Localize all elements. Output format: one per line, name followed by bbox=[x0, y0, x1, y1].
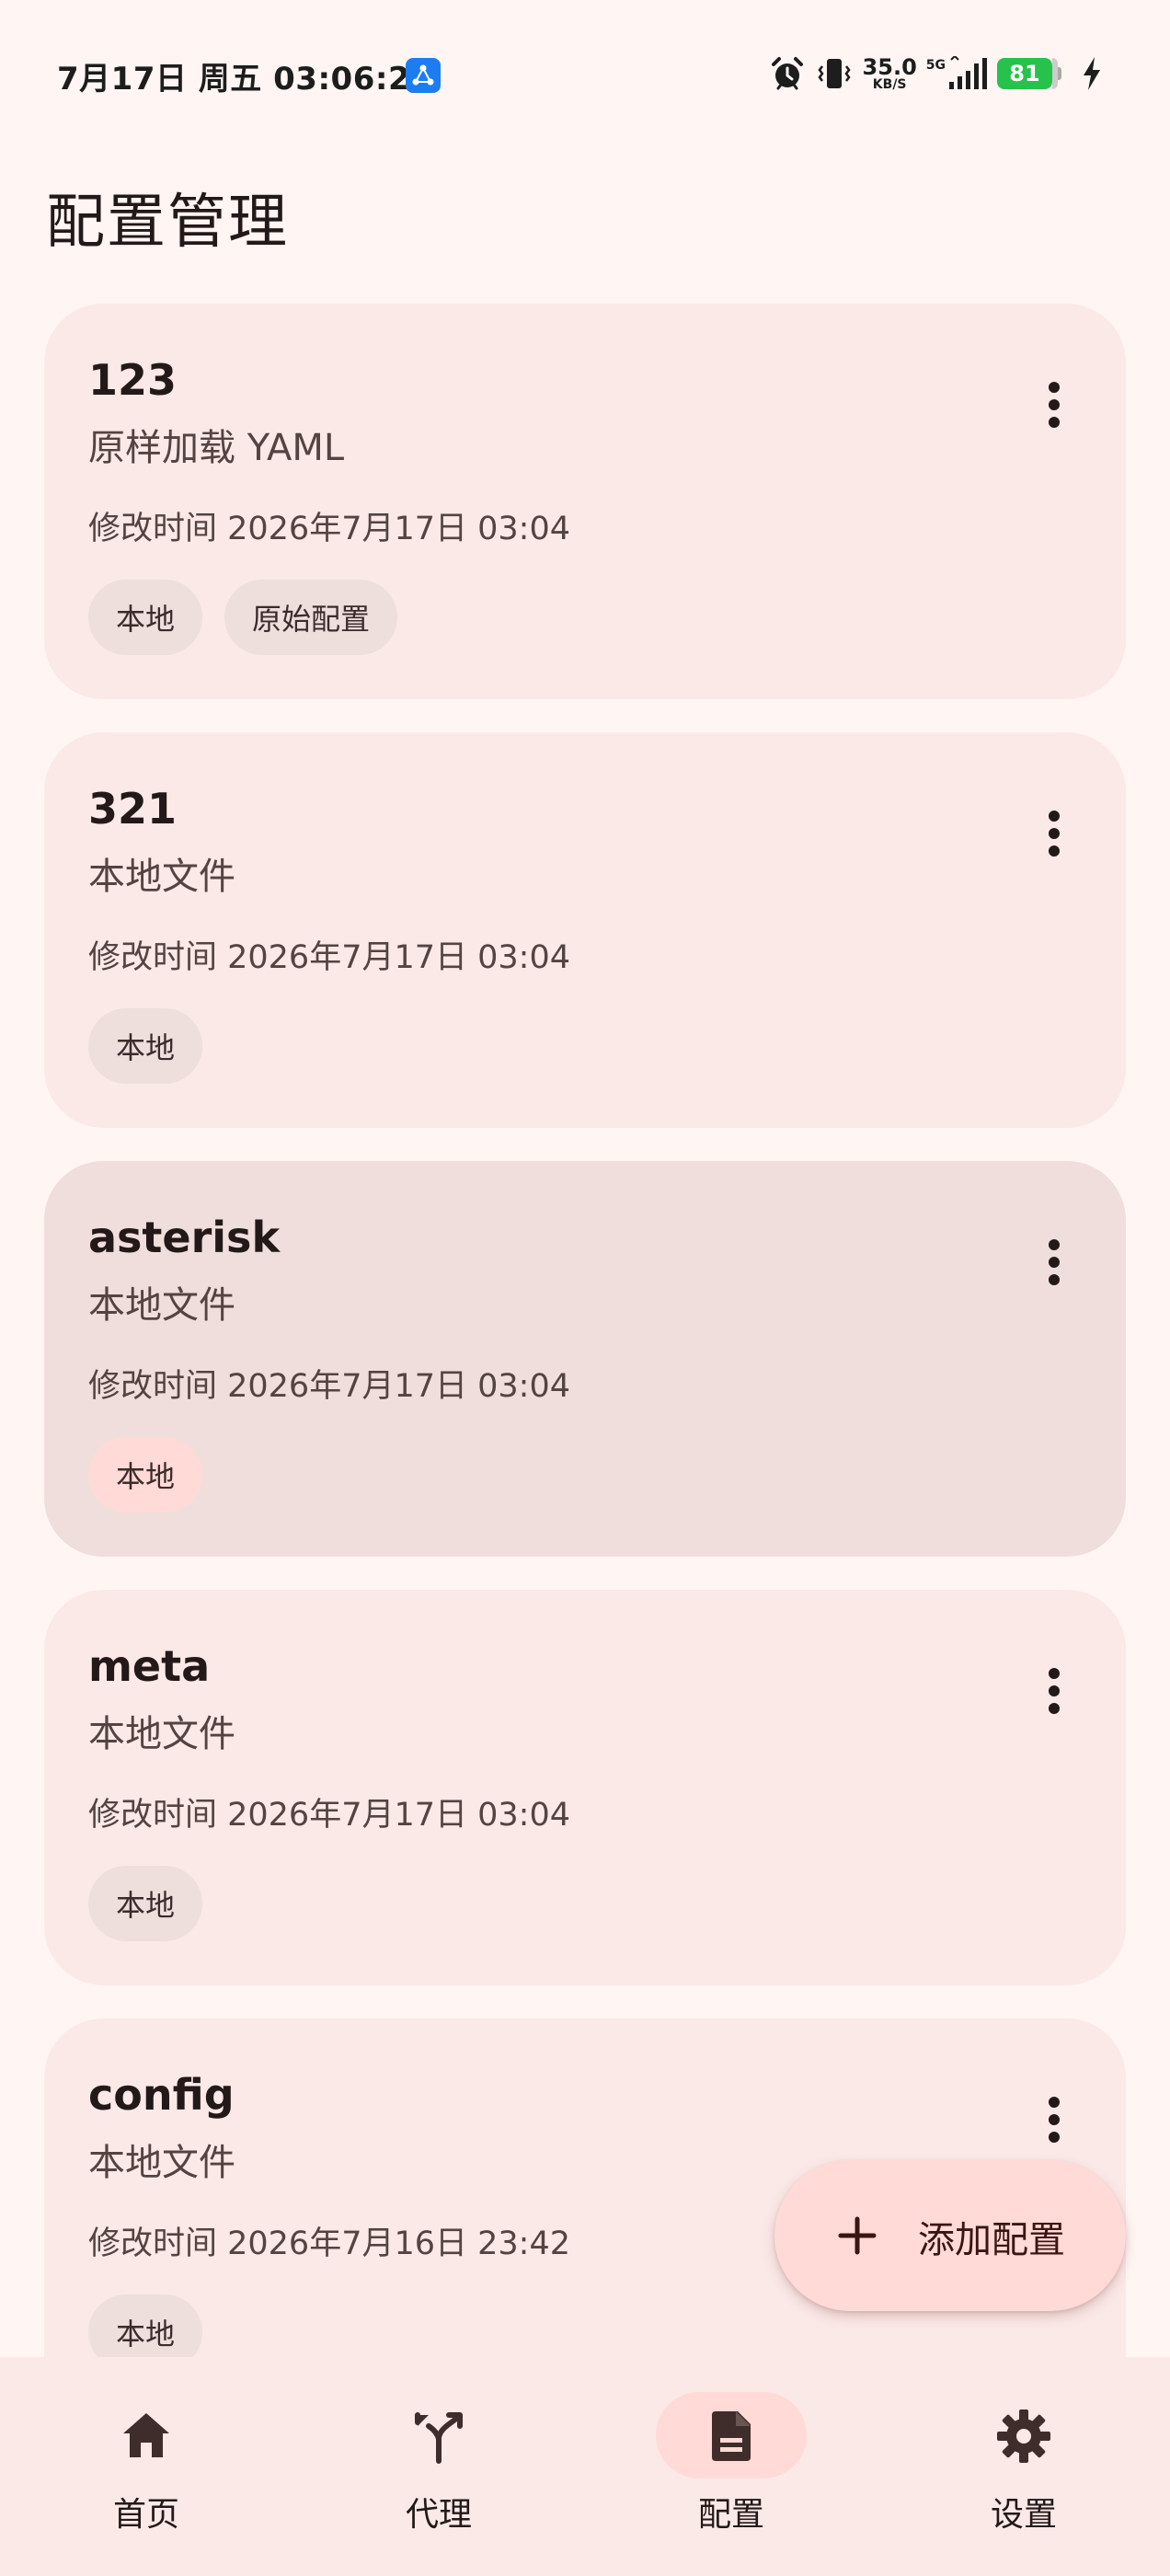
charging-icon bbox=[1084, 57, 1100, 90]
nav-item-proxy[interactable]: 代理 bbox=[292, 2357, 585, 2576]
status-time: 7月17日 周五 03:06:21 bbox=[57, 61, 433, 98]
app-notification-icon bbox=[406, 58, 441, 93]
add-profile-button[interactable]: 添加配置 bbox=[774, 2160, 1126, 2311]
more-vert-icon bbox=[1049, 811, 1060, 857]
profile-card[interactable]: 321 本地文件 修改时间 2026年7月17日 03:04 本地 bbox=[44, 732, 1126, 1128]
profile-card[interactable]: meta 本地文件 修改时间 2026年7月17日 03:04 本地 bbox=[44, 1590, 1126, 1985]
nav-label: 首页 bbox=[112, 2496, 179, 2534]
profile-tags: 本地 bbox=[88, 1008, 203, 1084]
profile-card-selected[interactable]: asterisk 本地文件 修改时间 2026年7月17日 03:04 本地 bbox=[44, 1161, 1126, 1557]
profile-name: meta bbox=[88, 1641, 211, 1691]
profile-modified-time: 修改时间 2026年7月17日 03:04 bbox=[88, 511, 570, 547]
battery-indicator: 81 bbox=[997, 58, 1061, 89]
profile-modified-time: 修改时间 2026年7月17日 03:04 bbox=[88, 939, 570, 976]
nav-item-home[interactable]: 首页 bbox=[0, 2357, 292, 2576]
profile-modified-time: 修改时间 2026年7月17日 03:04 bbox=[88, 1368, 570, 1405]
profile-type: 本地文件 bbox=[88, 1713, 235, 1755]
alarm-clock-icon bbox=[771, 57, 803, 90]
more-options-button[interactable] bbox=[1027, 1663, 1082, 1719]
tag-chip: 本地 bbox=[88, 580, 203, 655]
profile-type: 本地文件 bbox=[88, 856, 235, 898]
proxy-fork-icon bbox=[415, 2412, 463, 2464]
more-options-button[interactable] bbox=[1027, 806, 1082, 861]
tag-chip: 本地 bbox=[88, 1866, 203, 1941]
status-bar: 7月17日 周五 03:06:21 35.0 KB/S 5G 81 bbox=[0, 0, 1170, 147]
battery-level: 81 bbox=[997, 58, 1052, 89]
profile-modified-time: 修改时间 2026年7月16日 23:42 bbox=[88, 2225, 570, 2262]
page-title: 配置管理 bbox=[46, 189, 289, 257]
document-icon bbox=[712, 2411, 751, 2461]
profile-type: 本地文件 bbox=[88, 2142, 235, 2184]
network-type-label: 5G bbox=[925, 58, 946, 73]
profile-name: config bbox=[88, 2070, 235, 2120]
profile-tags: 本地 bbox=[88, 1866, 203, 1941]
nav-label: 代理 bbox=[405, 2496, 472, 2534]
more-options-button[interactable] bbox=[1027, 2092, 1082, 2147]
tag-chip: 本地 bbox=[88, 1437, 203, 1512]
profile-name: asterisk bbox=[88, 1213, 281, 1262]
add-profile-label: 添加配置 bbox=[918, 2219, 1065, 2261]
profile-name: 321 bbox=[88, 784, 178, 834]
gear-icon bbox=[997, 2409, 1050, 2463]
profile-name: 123 bbox=[88, 355, 178, 405]
profile-modified-time: 修改时间 2026年7月17日 03:04 bbox=[88, 1797, 570, 1834]
tag-chip: 原始配置 bbox=[224, 580, 398, 655]
more-vert-icon bbox=[1049, 1668, 1060, 1714]
bottom-navigation-bar: 首页 代理 配置 设置 bbox=[0, 2357, 1170, 2576]
nav-item-profiles[interactable]: 配置 bbox=[585, 2357, 878, 2576]
tag-chip: 本地 bbox=[88, 1008, 203, 1084]
profile-tags: 本地 原始配置 bbox=[88, 580, 398, 655]
nav-item-settings[interactable]: 设置 bbox=[878, 2357, 1170, 2576]
profile-type: 原样加载 YAML bbox=[88, 427, 345, 469]
network-speed: 35.0 KB/S bbox=[862, 54, 917, 92]
home-icon bbox=[123, 2413, 169, 2457]
nav-label: 设置 bbox=[990, 2496, 1057, 2534]
profile-tags: 本地 bbox=[88, 1437, 203, 1512]
nav-label: 配置 bbox=[697, 2496, 764, 2534]
more-options-button[interactable] bbox=[1027, 1235, 1082, 1290]
more-vert-icon bbox=[1049, 382, 1060, 428]
plus-icon bbox=[838, 2216, 877, 2255]
status-indicators: 35.0 KB/S 5G 81 bbox=[769, 53, 1104, 94]
profile-type: 本地文件 bbox=[88, 1284, 235, 1327]
more-vert-icon bbox=[1049, 1239, 1060, 1285]
vibrate-icon bbox=[817, 59, 851, 88]
signal-strength-icon bbox=[949, 56, 987, 89]
more-vert-icon bbox=[1049, 2097, 1060, 2143]
more-options-button[interactable] bbox=[1027, 377, 1082, 432]
profile-card[interactable]: 123 原样加载 YAML 修改时间 2026年7月17日 03:04 本地 原… bbox=[44, 304, 1126, 699]
